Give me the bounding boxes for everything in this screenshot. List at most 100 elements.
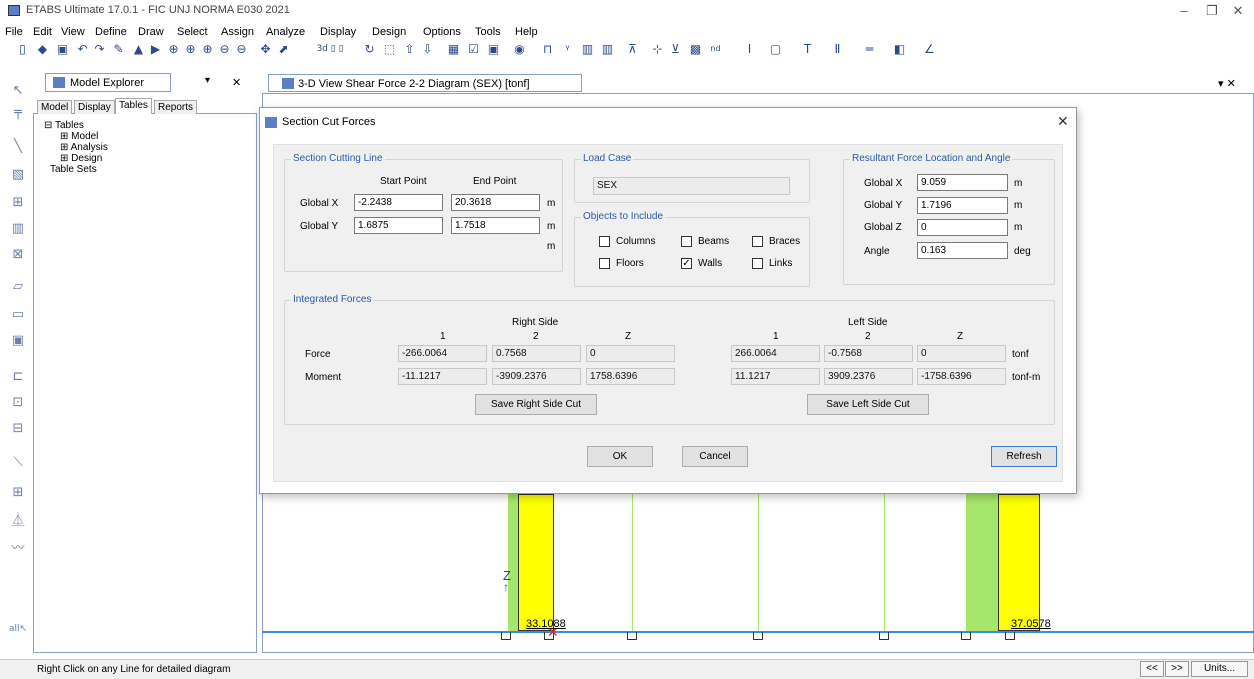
draw-spring-icon[interactable]: 〰 bbox=[9, 540, 27, 558]
rotate-icon[interactable]: ↻ bbox=[362, 41, 377, 57]
res-gz-input[interactable]: 0 bbox=[917, 219, 1008, 236]
draw-opening-icon[interactable]: ▣ bbox=[9, 332, 27, 350]
tree-node-design[interactable]: ⊞ Design bbox=[44, 153, 108, 164]
draw-tendon-icon[interactable]: ⏅ bbox=[9, 512, 27, 530]
menu-define[interactable]: Define bbox=[95, 26, 127, 38]
perspective-icon[interactable]: ⬚ bbox=[382, 41, 397, 57]
draw-brace-icon[interactable]: ═ bbox=[862, 41, 877, 57]
gx-start-input[interactable]: -2.2438 bbox=[354, 194, 443, 211]
zoom-window-icon[interactable]: ⊕ bbox=[166, 41, 181, 57]
menu-file[interactable]: File bbox=[5, 26, 23, 38]
draw-dimension-icon[interactable]: ∠ bbox=[922, 41, 937, 57]
draw-joint-icon[interactable]: ╤ bbox=[9, 104, 27, 122]
draw-brace-tool-icon[interactable]: ▧ bbox=[9, 166, 27, 184]
object-shrink-icon[interactable]: ▦ bbox=[446, 41, 461, 57]
next-button[interactable]: >> bbox=[1165, 661, 1189, 677]
set-display-icon[interactable]: ☑ bbox=[466, 41, 481, 57]
ok-button[interactable]: OK bbox=[587, 446, 653, 467]
refresh-button[interactable]: Refresh bbox=[991, 446, 1057, 467]
floors-checkbox[interactable] bbox=[599, 258, 610, 269]
cancel-button[interactable]: Cancel bbox=[682, 446, 748, 467]
open-icon[interactable]: ◆ bbox=[35, 41, 50, 57]
links-checkbox[interactable] bbox=[752, 258, 763, 269]
restore-button[interactable]: ❐ bbox=[1198, 2, 1226, 19]
draw-wall-icon[interactable]: ◧ bbox=[892, 41, 907, 57]
save-left-side-cut-button[interactable]: Save Left Side Cut bbox=[807, 394, 929, 415]
menu-display[interactable]: Display bbox=[320, 26, 356, 38]
tree-node-model[interactable]: ⊞ Model bbox=[44, 131, 108, 142]
walls-checkbox[interactable]: ✓ bbox=[681, 258, 692, 269]
show-moment-icon[interactable]: ▥ bbox=[580, 41, 595, 57]
menu-tools[interactable]: Tools bbox=[475, 26, 501, 38]
minimize-button[interactable]: – bbox=[1170, 2, 1198, 19]
menu-design[interactable]: Design bbox=[372, 26, 406, 38]
model-explorer-tab[interactable]: Model Explorer bbox=[45, 73, 171, 92]
draw-beam-tool-icon[interactable]: ▥ bbox=[9, 220, 27, 238]
prev-button[interactable]: << bbox=[1140, 661, 1164, 677]
draw-wall-tool-icon[interactable]: ⊠ bbox=[9, 246, 27, 264]
tab-tables[interactable]: Tables bbox=[115, 98, 152, 114]
menu-options[interactable]: Options bbox=[423, 26, 461, 38]
pointer-icon[interactable]: ↖ bbox=[9, 82, 27, 100]
draw-mesh-icon[interactable]: ⊞ bbox=[9, 484, 27, 502]
beams-checkbox[interactable] bbox=[681, 236, 692, 247]
load-case-field[interactable]: SEX bbox=[593, 177, 790, 195]
pencil-icon[interactable]: ✎ bbox=[111, 41, 126, 57]
tree-node-table-sets[interactable]: Table Sets bbox=[44, 164, 108, 175]
draw-line-icon[interactable]: ╲ bbox=[9, 138, 27, 156]
explorer-dropdown-icon[interactable]: ▾ bbox=[205, 75, 210, 86]
show-deformed-icon[interactable]: ◉ bbox=[512, 41, 527, 57]
draw-floor-icon[interactable]: ▱ bbox=[9, 278, 27, 296]
draw-frame-icon[interactable]: I bbox=[742, 41, 757, 57]
zoom-step-icon[interactable]: ⊖ bbox=[234, 41, 249, 57]
menu-edit[interactable]: Edit bbox=[33, 26, 52, 38]
explorer-close-icon[interactable]: ✕ bbox=[232, 76, 241, 89]
show-forces-icon[interactable]: ⊓ bbox=[540, 41, 555, 57]
draw-shell-icon[interactable]: ▢ bbox=[768, 41, 783, 57]
gx-end-input[interactable]: 20.3618 bbox=[451, 194, 540, 211]
view-icon[interactable]: ⬈ bbox=[276, 41, 291, 57]
tree-node-analysis[interactable]: ⊞ Analysis bbox=[44, 142, 108, 153]
save-icon[interactable]: ▣ bbox=[55, 41, 70, 57]
lock-icon[interactable]: ▲ bbox=[131, 41, 146, 57]
res-angle-input[interactable]: 0.163 bbox=[917, 242, 1008, 259]
units-button[interactable]: Units... bbox=[1191, 661, 1248, 677]
nd-icon[interactable]: nd bbox=[708, 41, 723, 57]
menu-assign[interactable]: Assign bbox=[221, 26, 254, 38]
menu-draw[interactable]: Draw bbox=[138, 26, 164, 38]
view-menu-icon[interactable]: ▾ ✕ bbox=[1218, 77, 1236, 90]
pan-icon[interactable]: ✥ bbox=[258, 41, 273, 57]
gy-end-input[interactable]: 1.7518 bbox=[451, 217, 540, 234]
show-table-icon[interactable]: ▩ bbox=[688, 41, 703, 57]
menu-view[interactable]: View bbox=[61, 26, 85, 38]
gy-start-input[interactable]: 1.6875 bbox=[354, 217, 443, 234]
draw-grid-icon[interactable]: ⊡ bbox=[9, 394, 27, 412]
draw-column-icon[interactable]: Ⅱ bbox=[830, 41, 845, 57]
tab-reports[interactable]: Reports bbox=[154, 100, 198, 114]
new-model-icon[interactable]: ▯ bbox=[15, 41, 30, 57]
dialog-close-icon[interactable]: ✕ bbox=[1057, 113, 1069, 130]
run-icon[interactable]: ▶ bbox=[148, 41, 163, 57]
menu-analyze[interactable]: Analyze bbox=[266, 26, 305, 38]
res-gx-input[interactable]: 9.059 bbox=[917, 174, 1008, 191]
show-shear-icon[interactable]: ▥ bbox=[600, 41, 615, 57]
view-tab-3d[interactable]: 3-D View Shear Force 2-2 Diagram (SEX) [… bbox=[268, 74, 582, 92]
draw-section-icon[interactable]: ⊟ bbox=[9, 420, 27, 438]
show-reactions-icon[interactable]: ᵞ bbox=[560, 41, 575, 57]
move-up-icon[interactable]: ⇧ bbox=[402, 41, 417, 57]
view-3d-plan-elev-icons[interactable]: 3d ▯ ▯ bbox=[300, 41, 360, 57]
res-gy-input[interactable]: 1.7196 bbox=[917, 197, 1008, 214]
draw-dimension-line-icon[interactable]: ⟍ bbox=[9, 454, 27, 472]
show-undeformed-icon[interactable]: ▣ bbox=[486, 41, 501, 57]
tree-node-tables[interactable]: ⊟ Tables bbox=[44, 120, 108, 131]
draw-rect-icon[interactable]: ▭ bbox=[9, 306, 27, 324]
columns-checkbox[interactable] bbox=[599, 236, 610, 247]
close-window-button[interactable]: ✕ bbox=[1224, 2, 1252, 19]
save-right-side-cut-button[interactable]: Save Right Side Cut bbox=[475, 394, 597, 415]
draw-column-tool-icon[interactable]: ⊞ bbox=[9, 194, 27, 212]
braces-checkbox[interactable] bbox=[752, 236, 763, 247]
menu-help[interactable]: Help bbox=[515, 26, 538, 38]
menu-select[interactable]: Select bbox=[177, 26, 208, 38]
move-down-icon[interactable]: ⇩ bbox=[420, 41, 435, 57]
zoom-restore-icon[interactable]: ⊕ bbox=[183, 41, 198, 57]
